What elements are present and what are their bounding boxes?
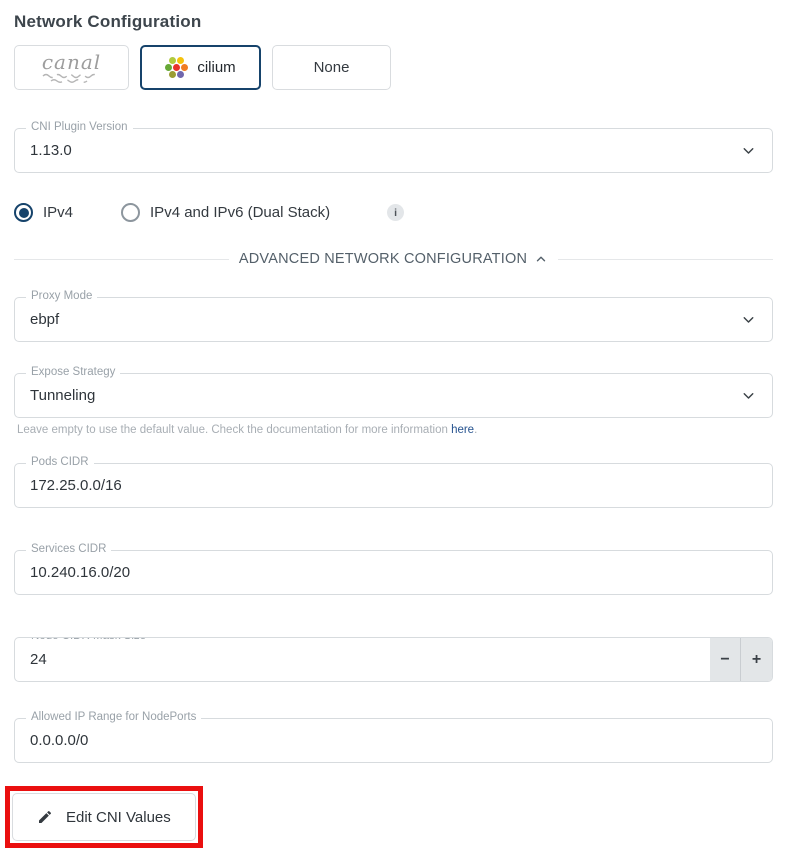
allowed-ip-range-field: Allowed IP Range for NodePorts [14,718,773,763]
services-cidr-field: Services CIDR [14,550,773,595]
proxy-mode-value: ebpf [30,311,59,328]
proxy-mode-label: Proxy Mode [26,290,97,302]
none-label: None [314,59,350,76]
cni-plugin-version-label: CNI Plugin Version [26,121,133,133]
info-icon[interactable]: i [387,204,404,221]
pods-cidr-field: Pods CIDR [14,463,773,508]
allowed-ip-range-input[interactable] [30,719,757,762]
radio-selected-icon [14,203,33,222]
chevron-down-icon [740,142,757,159]
pods-cidr-input[interactable] [30,464,757,507]
proxy-mode-select[interactable]: Proxy Mode ebpf [14,297,773,342]
advanced-section-title: ADVANCED NETWORK CONFIGURATION [239,251,527,267]
services-cidr-input[interactable] [30,551,757,594]
page-title: Network Configuration [14,12,773,32]
expose-strategy-label: Expose Strategy [26,366,120,378]
edit-cni-values-label: Edit CNI Values [66,809,171,826]
ip-family-radio-group: IPv4 IPv4 and IPv6 (Dual Stack) i [14,203,773,222]
decrement-button[interactable]: − [710,638,741,681]
cilium-logo-icon [165,57,188,78]
number-stepper: − + [710,638,772,681]
chevron-down-icon [740,387,757,404]
cni-option-none[interactable]: None [272,45,391,90]
radio-dual-stack[interactable]: IPv4 and IPv6 (Dual Stack) [121,203,330,222]
radio-dual-stack-label: IPv4 and IPv6 (Dual Stack) [150,204,330,221]
canal-wordmark: canal [42,52,101,72]
divider-line [14,259,229,260]
canal-waves-icon [42,73,100,83]
red-annotation-box: Edit CNI Values [5,786,203,848]
cilium-label: cilium [197,59,235,76]
chevron-up-icon [534,252,548,266]
chevron-down-icon [740,311,757,328]
expose-strategy-value: Tunneling [30,387,95,404]
hint-period: . [474,424,477,436]
services-cidr-label: Services CIDR [26,543,111,555]
cni-option-canal[interactable]: canal [14,45,129,90]
expose-strategy-hint: Leave empty to use the default value. Ch… [14,424,773,436]
allowed-ip-range-label: Allowed IP Range for NodePorts [26,711,201,723]
hint-text: Leave empty to use the default value. Ch… [17,424,451,436]
documentation-link[interactable]: here [451,424,474,436]
cni-plugin-version-value: 1.13.0 [30,142,72,159]
pencil-icon [37,809,53,825]
edit-cni-values-button[interactable]: Edit CNI Values [12,793,196,841]
expose-strategy-select[interactable]: Expose Strategy Tunneling [14,373,773,418]
increment-button[interactable]: + [741,638,772,681]
node-cidr-mask-size-label: Node CIDR Mask Size [26,637,151,642]
node-cidr-mask-size-field: Node CIDR Mask Size − + [14,637,773,682]
cni-option-cilium[interactable]: cilium [140,45,261,90]
divider-line [558,259,773,260]
pods-cidr-label: Pods CIDR [26,456,94,468]
advanced-network-configuration-header: ADVANCED NETWORK CONFIGURATION [14,251,773,267]
radio-ipv4-label: IPv4 [43,204,73,221]
node-cidr-mask-size-input[interactable] [30,638,710,681]
radio-ipv4[interactable]: IPv4 [14,203,73,222]
advanced-section-toggle[interactable]: ADVANCED NETWORK CONFIGURATION [229,251,558,267]
canal-logo: canal [42,52,101,83]
cni-plugin-selector: canal cilium None [14,45,773,90]
cni-plugin-version-select[interactable]: CNI Plugin Version 1.13.0 [14,128,773,173]
radio-unselected-icon [121,203,140,222]
